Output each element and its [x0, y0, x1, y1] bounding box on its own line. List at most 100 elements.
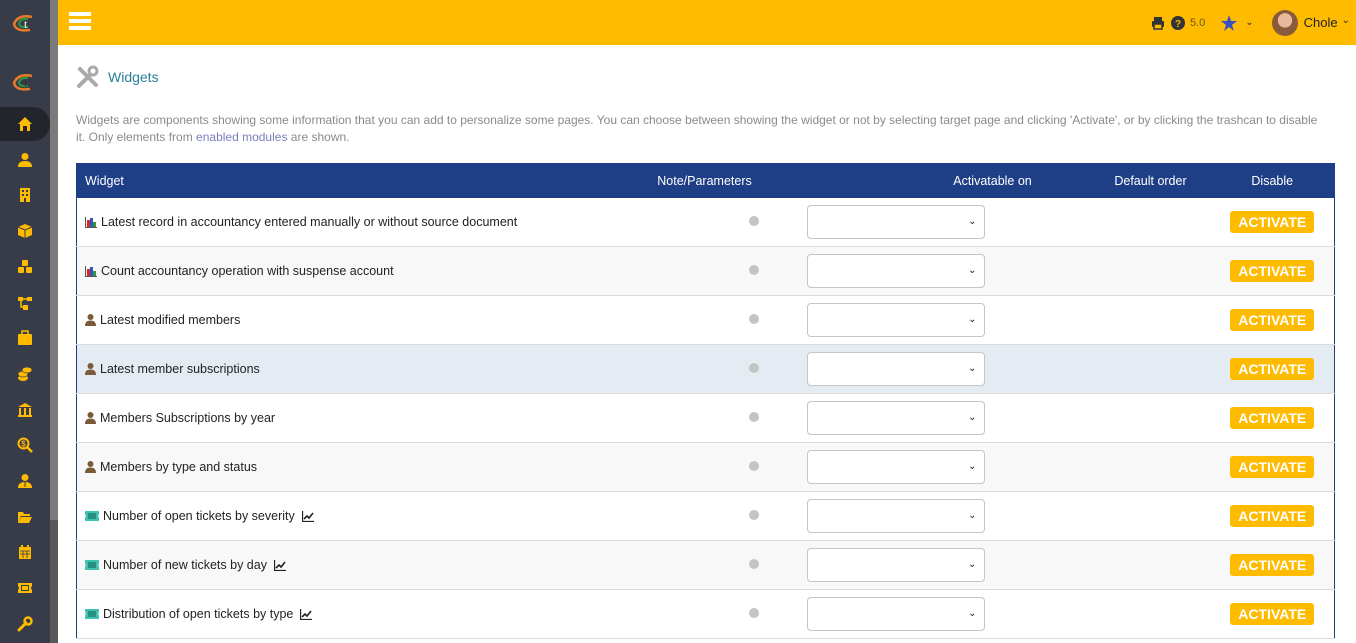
- user-icon: [18, 152, 32, 167]
- activate-button[interactable]: ACTIVATE: [1230, 456, 1315, 478]
- page-description: Widgets are components showing some info…: [76, 113, 1318, 144]
- help-icon[interactable]: ?: [1170, 15, 1185, 30]
- activate-button[interactable]: ACTIVATE: [1230, 309, 1315, 331]
- user-icon: [85, 412, 96, 424]
- sidebar-item-sitemap[interactable]: [0, 286, 50, 320]
- widget-name: Number of new tickets by day: [103, 558, 267, 572]
- info-icon[interactable]: [748, 608, 759, 618]
- sidebar-item-home[interactable]: [0, 107, 50, 141]
- activatable-on-cell: ⌄: [765, 394, 1091, 443]
- user-name[interactable]: Chole: [1304, 15, 1338, 30]
- note-cell: [645, 443, 765, 492]
- target-page-select[interactable]: [806, 499, 985, 533]
- home-icon: [18, 117, 32, 131]
- info-icon[interactable]: [748, 216, 759, 226]
- sidebar-item-search-dollar[interactable]: $: [0, 428, 50, 462]
- user-chevron-down-icon[interactable]: ⌄: [1342, 15, 1350, 26]
- table-row: Members by type and status ⌄ ACTIVATE: [76, 442, 1335, 492]
- info-icon[interactable]: [748, 363, 759, 373]
- sidebar-item-cube[interactable]: [0, 214, 50, 248]
- activatable-on-cell: ⌄: [765, 590, 1091, 639]
- widget-cell: Number of new tickets by day: [77, 541, 645, 590]
- scrollbar-thumb[interactable]: [50, 0, 58, 520]
- activate-button[interactable]: ACTIVATE: [1230, 358, 1315, 380]
- widget-name: Latest member subscriptions: [100, 362, 260, 376]
- activate-button[interactable]: ACTIVATE: [1230, 260, 1315, 282]
- print-icon[interactable]: [1151, 16, 1165, 30]
- chart-bar-icon: [85, 216, 97, 228]
- star-icon[interactable]: [1221, 14, 1238, 31]
- widget-name: Latest record in accountancy entered man…: [101, 215, 518, 229]
- target-page-select[interactable]: [806, 205, 985, 239]
- target-page-select[interactable]: [806, 548, 985, 582]
- disable-cell: ACTIVATE: [1211, 345, 1335, 394]
- ticket-icon: [85, 560, 99, 570]
- table-row: Number of open tickets by severity ⌄ ACTIV…: [76, 491, 1335, 541]
- activate-button[interactable]: ACTIVATE: [1230, 407, 1315, 429]
- menu-toggle-icon[interactable]: [69, 12, 91, 30]
- sidebar-item-user[interactable]: [0, 143, 50, 177]
- user-icon: [85, 461, 96, 473]
- activatable-on-cell: ⌄: [765, 247, 1091, 296]
- target-page-select[interactable]: [806, 352, 985, 386]
- sidebar: t t $: [0, 0, 50, 643]
- widget-name: Count accountancy operation with suspens…: [101, 264, 394, 278]
- target-page-select[interactable]: [806, 401, 985, 435]
- bookmarks-chevron-down-icon[interactable]: ⌄: [1245, 17, 1253, 28]
- widget-cell: Members Subscriptions by year: [77, 394, 645, 443]
- enabled-modules-link[interactable]: enabled modules: [196, 130, 287, 144]
- default-order-cell: [1091, 541, 1211, 590]
- sidebar-item-folder-open[interactable]: [0, 500, 50, 534]
- widget-name: Members Subscriptions by year: [100, 411, 276, 425]
- sidebar-item-bank[interactable]: [0, 393, 50, 427]
- table-row: Number of new tickets by day ⌄ ACTIVATE: [76, 540, 1335, 590]
- activatable-on-cell: ⌄: [765, 541, 1091, 590]
- default-order-cell: [1091, 198, 1211, 247]
- sidebar-item-building[interactable]: [0, 178, 50, 212]
- target-page-select[interactable]: [806, 597, 985, 631]
- sidebar-item-calendar[interactable]: [0, 535, 50, 569]
- target-page-select[interactable]: [806, 450, 985, 484]
- table-row: Latest record in accountancy entered man…: [76, 198, 1335, 247]
- info-icon[interactable]: [748, 412, 759, 422]
- table-row: Members Subscriptions by year ⌄ ACTIVATE: [76, 393, 1335, 443]
- sidebar-item-wrench[interactable]: [0, 607, 50, 641]
- info-icon[interactable]: [748, 510, 759, 520]
- sidebar-scrollbar[interactable]: [50, 0, 58, 643]
- line-chart-icon: [273, 559, 286, 571]
- info-icon[interactable]: [748, 314, 759, 324]
- activate-button[interactable]: ACTIVATE: [1230, 505, 1315, 527]
- default-order-cell: [1091, 296, 1211, 345]
- sidebar-item-user-tie[interactable]: [0, 464, 50, 498]
- activatable-on-cell: ⌄: [765, 492, 1091, 541]
- sidebar-item-ticket[interactable]: [0, 571, 50, 605]
- activatable-on-cell: ⌄: [765, 198, 1091, 247]
- activate-button[interactable]: ACTIVATE: [1230, 211, 1315, 233]
- activate-button[interactable]: ACTIVATE: [1230, 603, 1315, 625]
- line-chart-icon: [300, 608, 313, 620]
- disable-cell: ACTIVATE: [1211, 541, 1335, 590]
- user-tie-icon: [18, 474, 32, 488]
- target-page-select[interactable]: [806, 254, 985, 288]
- avatar[interactable]: [1271, 9, 1298, 36]
- column-header-widget[interactable]: Widget: [77, 163, 645, 198]
- sidebar-item-coins[interactable]: [0, 357, 50, 391]
- disable-cell: ACTIVATE: [1211, 394, 1335, 443]
- table-row: Latest modified members ⌄ ACTIVATE: [76, 295, 1335, 345]
- sitemap-icon: [18, 296, 32, 310]
- target-page-select[interactable]: [806, 303, 985, 337]
- info-icon[interactable]: [748, 265, 759, 275]
- widget-name: Latest modified members: [100, 313, 241, 327]
- disable-cell: ACTIVATE: [1211, 443, 1335, 492]
- activate-button[interactable]: ACTIVATE: [1230, 554, 1315, 576]
- wrench-icon: [17, 616, 33, 632]
- logo-icon[interactable]: t: [10, 71, 38, 93]
- sidebar-item-briefcase[interactable]: [0, 321, 50, 355]
- top-bar: ? 5.0 ⌄ Chole ⌄: [58, 0, 1356, 45]
- widget-cell: Count accountancy operation with suspens…: [77, 247, 645, 296]
- default-order-cell: [1091, 590, 1211, 639]
- info-icon[interactable]: [748, 461, 759, 471]
- logo-icon[interactable]: t: [10, 12, 38, 34]
- info-icon[interactable]: [748, 559, 759, 569]
- sidebar-item-cubes[interactable]: [0, 250, 50, 284]
